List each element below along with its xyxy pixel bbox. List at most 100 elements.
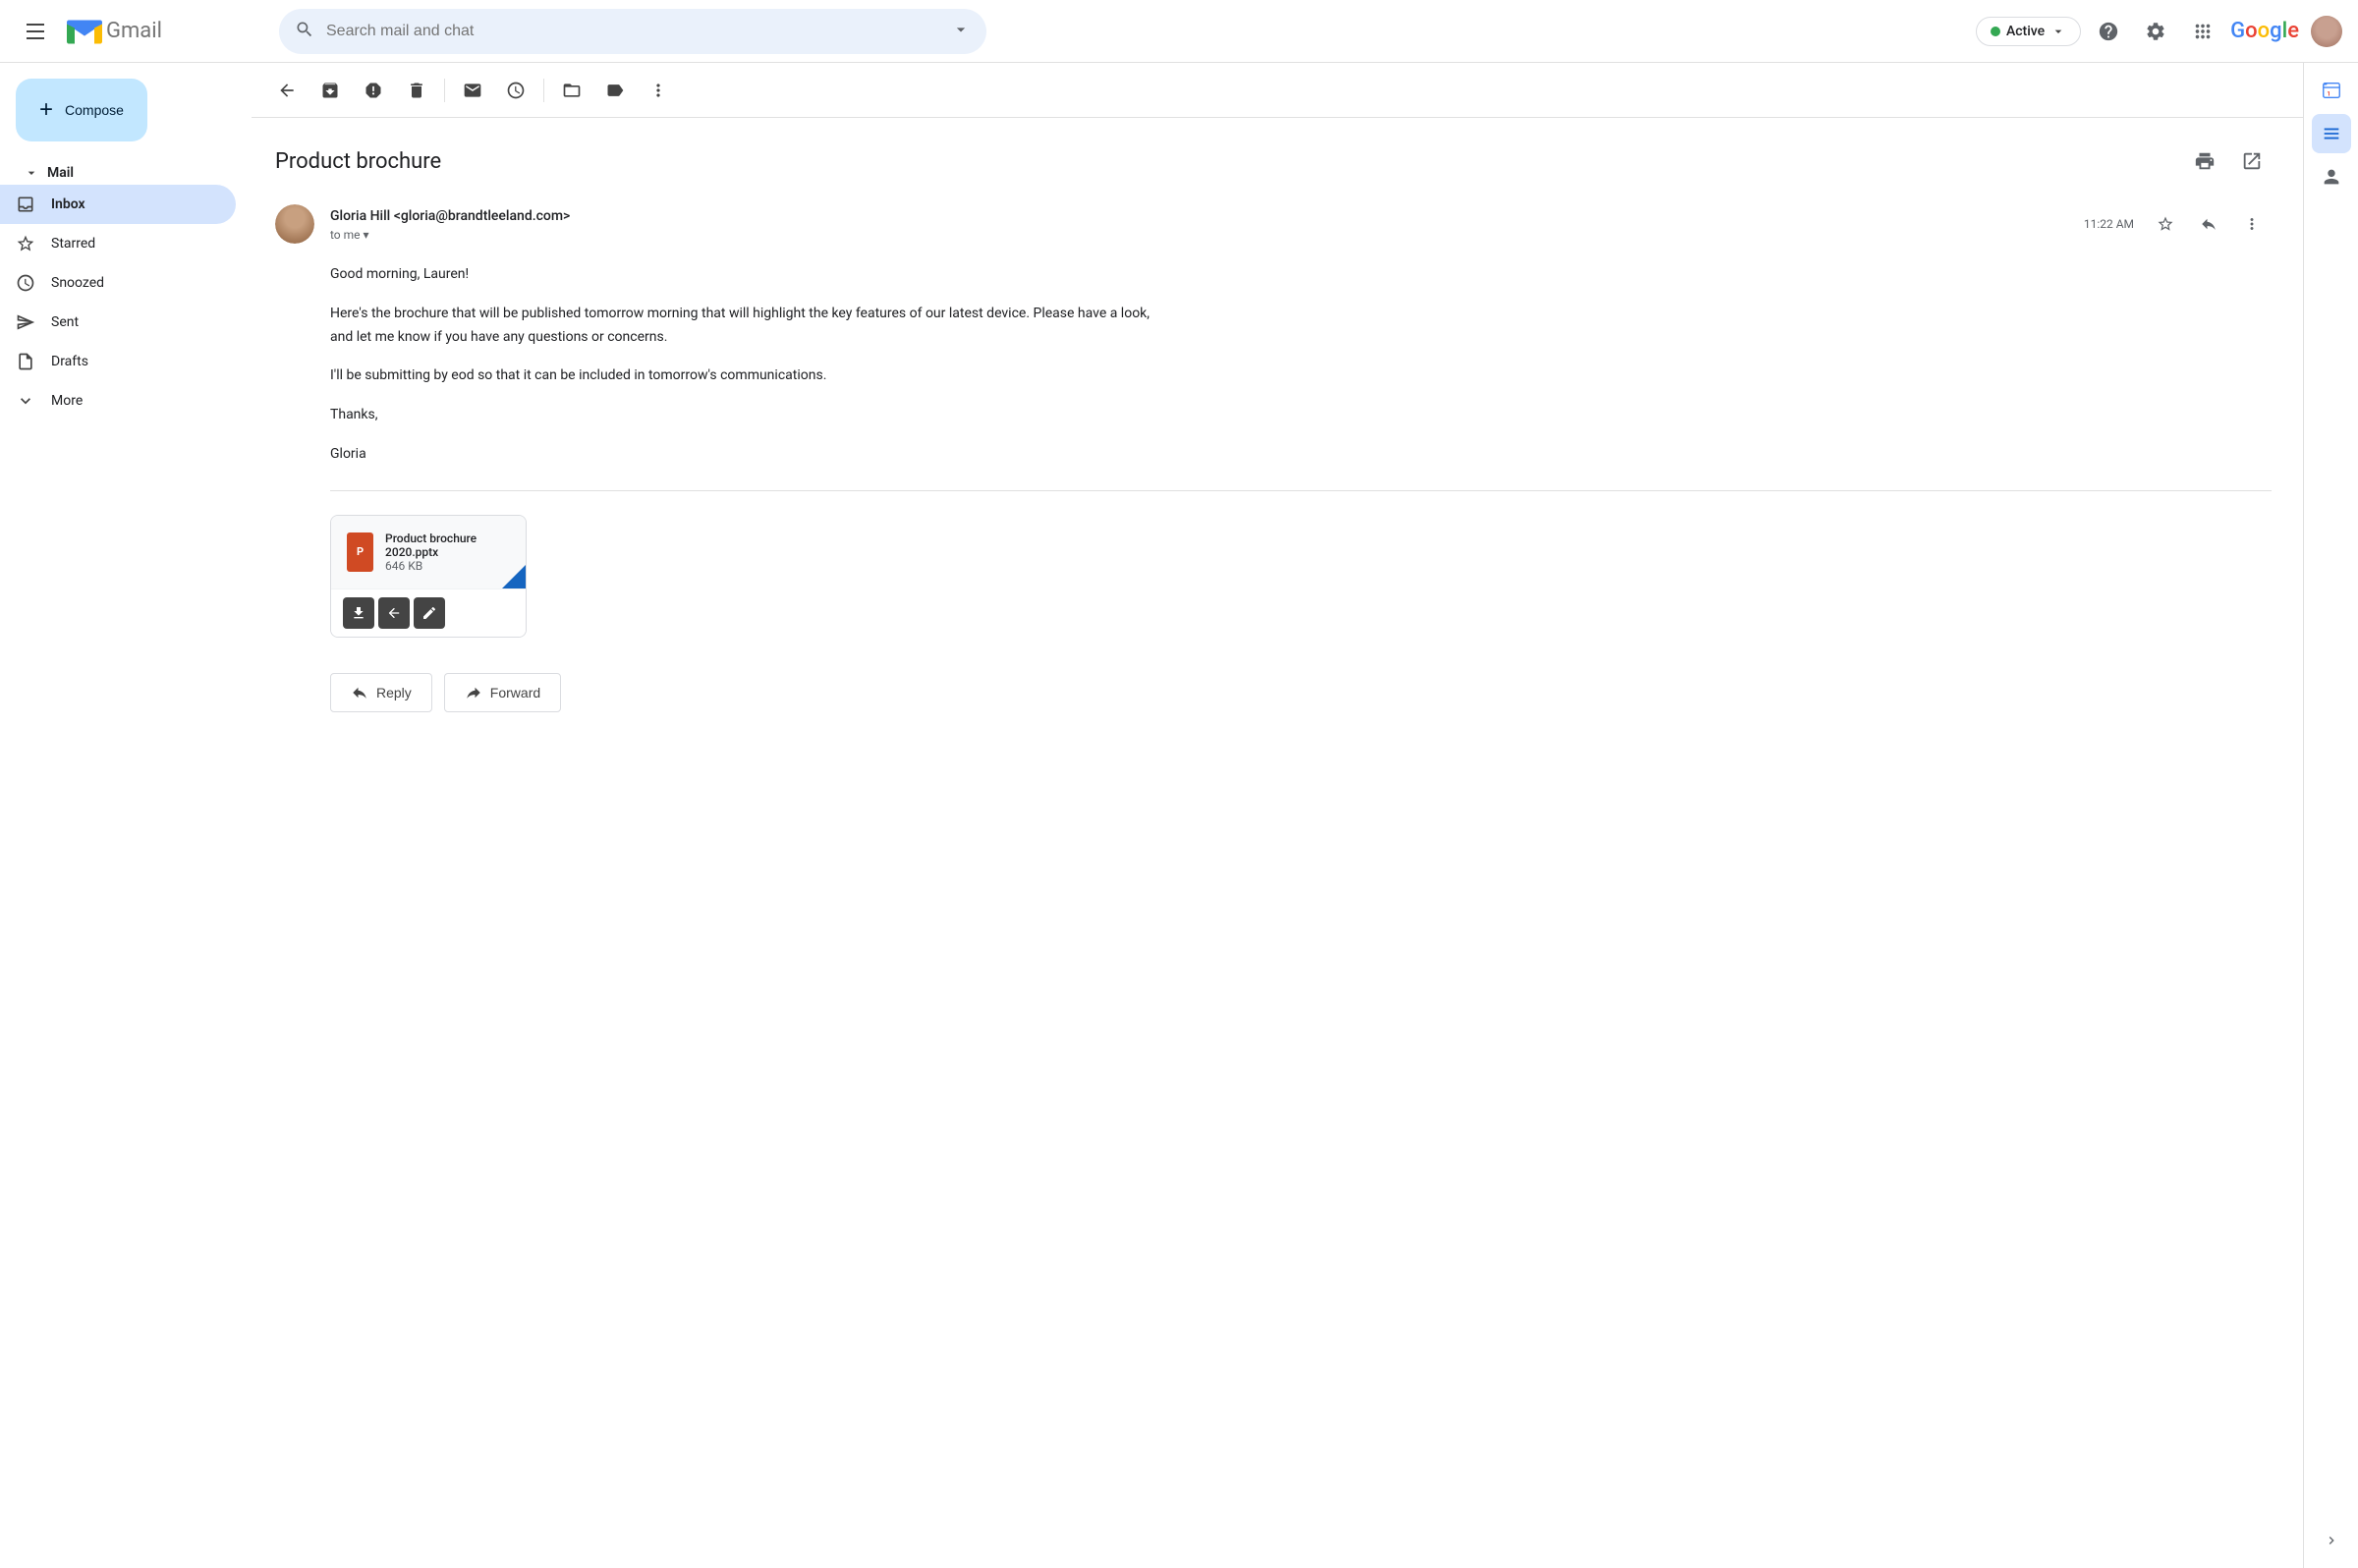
- compose-button[interactable]: + Compose: [16, 79, 147, 141]
- email-view: Product brochure: [252, 63, 2303, 1568]
- sidebar-item-more[interactable]: More: [0, 381, 236, 420]
- delete-button[interactable]: [397, 71, 436, 110]
- sidebar-item-label: More: [51, 393, 83, 409]
- more-toolbar-button[interactable]: [639, 71, 678, 110]
- email-body-para2: I'll be submitting by eod so that it can…: [330, 364, 1159, 388]
- archive-button[interactable]: [310, 71, 350, 110]
- search-bar: [279, 9, 986, 54]
- save-drive-button[interactable]: [378, 597, 410, 629]
- gmail-logo[interactable]: Gmail: [67, 18, 162, 45]
- attachment-corner-badge: [502, 565, 526, 588]
- open-new-window-button[interactable]: [2232, 141, 2272, 181]
- sidebar-item-sent[interactable]: Sent: [0, 303, 236, 342]
- sidebar-item-label: Inbox: [51, 196, 85, 212]
- email-body-greeting: Good morning, Lauren!: [330, 263, 1159, 287]
- email-content-area: Product brochure: [252, 118, 2303, 1568]
- sidebar-item-snoozed[interactable]: Snoozed: [0, 263, 236, 303]
- reply-forward-area: Reply Forward: [275, 673, 2272, 712]
- search-dropdown-icon[interactable]: [951, 20, 971, 43]
- email-timestamp: 11:22 AM: [2084, 217, 2134, 231]
- sidebar: + Compose Mail Inbox Starred Snooze: [0, 63, 252, 1568]
- download-attachment-button[interactable]: [343, 597, 374, 629]
- chevron-down-icon: [16, 391, 35, 411]
- toolbar-divider-2: [543, 79, 544, 102]
- pptx-icon: P: [347, 532, 373, 572]
- email-divider: [330, 490, 2272, 491]
- menu-button[interactable]: [16, 12, 55, 51]
- search-icon: [295, 20, 314, 43]
- email-body: Good morning, Lauren! Here's the brochur…: [275, 263, 1159, 467]
- mail-section[interactable]: Mail: [0, 157, 252, 185]
- main-layout: + Compose Mail Inbox Starred Snooze: [0, 63, 2358, 1568]
- apps-button[interactable]: [2183, 12, 2222, 51]
- spam-button[interactable]: [354, 71, 393, 110]
- attachment-area: P Product brochure 2020.pptx 646 KB: [275, 515, 2272, 642]
- sidebar-item-label: Sent: [51, 314, 79, 330]
- gmail-logo-text: Gmail: [106, 19, 162, 43]
- email-body-para1: Here's the brochure that will be publish…: [330, 303, 1159, 350]
- topbar-right: Active Google: [1976, 12, 2342, 51]
- email-time-row: 11:22 AM: [2084, 204, 2272, 244]
- compose-plus-icon: +: [39, 96, 53, 124]
- edit-attachment-button[interactable]: [414, 597, 445, 629]
- print-button[interactable]: [2185, 141, 2224, 181]
- right-panel: 1: [2303, 63, 2358, 1568]
- google-logo: Google: [2230, 19, 2299, 43]
- active-label: Active: [2006, 24, 2045, 39]
- sender-info: Gloria Hill <gloria@brandtleeland.com> t…: [330, 205, 570, 243]
- attachment-preview: P Product brochure 2020.pptx 646 KB: [331, 516, 526, 588]
- mark-unread-button[interactable]: [453, 71, 492, 110]
- attachment-actions: [331, 588, 526, 637]
- tasks-panel-button[interactable]: [2312, 114, 2351, 153]
- sidebar-item-drafts[interactable]: Drafts: [0, 342, 236, 381]
- email-subject-actions: [2185, 141, 2272, 181]
- email-actions: [2146, 204, 2272, 244]
- active-status-button[interactable]: Active: [1976, 17, 2081, 46]
- send-icon: [16, 312, 35, 332]
- label-button[interactable]: [595, 71, 635, 110]
- active-dot: [1991, 27, 2000, 36]
- expand-panel-button[interactable]: [2312, 1521, 2351, 1560]
- avatar[interactable]: [2311, 16, 2342, 47]
- compose-label: Compose: [65, 102, 124, 118]
- help-button[interactable]: [2089, 12, 2128, 51]
- email-subject: Product brochure: [275, 149, 441, 174]
- reply-button[interactable]: Reply: [330, 673, 432, 712]
- contacts-panel-button[interactable]: [2312, 157, 2351, 196]
- sender-name: Gloria Hill <gloria@brandtleeland.com>: [330, 208, 570, 224]
- more-email-button[interactable]: [2232, 204, 2272, 244]
- svg-text:1: 1: [2327, 90, 2330, 98]
- toolbar-divider-1: [444, 79, 445, 102]
- topbar: Gmail Active Google: [0, 0, 2358, 63]
- star-icon: [16, 234, 35, 253]
- toolbar: [252, 63, 2303, 118]
- search-input[interactable]: [326, 23, 943, 40]
- email-header: Gloria Hill <gloria@brandtleeland.com> t…: [275, 204, 2272, 244]
- to-me-label[interactable]: to me ▾: [330, 228, 369, 242]
- email-subject-row: Product brochure: [275, 141, 2272, 181]
- sidebar-item-label: Snoozed: [51, 275, 104, 291]
- attachment-info: Product brochure 2020.pptx 646 KB: [385, 532, 510, 573]
- topbar-left: Gmail: [16, 12, 271, 51]
- sidebar-item-inbox[interactable]: Inbox: [0, 185, 236, 224]
- calendar-panel-button[interactable]: 1: [2312, 71, 2351, 110]
- star-button[interactable]: [2146, 204, 2185, 244]
- email-meta: Gloria Hill <gloria@brandtleeland.com> t…: [330, 204, 2272, 244]
- sidebar-item-label: Starred: [51, 236, 95, 252]
- clock-icon: [16, 273, 35, 293]
- snooze-button[interactable]: [496, 71, 535, 110]
- sidebar-item-starred[interactable]: Starred: [0, 224, 236, 263]
- email-body-sign1: Thanks,: [330, 404, 1159, 427]
- settings-button[interactable]: [2136, 12, 2175, 51]
- move-button[interactable]: [552, 71, 591, 110]
- attachment-name: Product brochure 2020.pptx: [385, 532, 510, 559]
- attachment-size: 646 KB: [385, 559, 510, 573]
- reply-quick-button[interactable]: [2189, 204, 2228, 244]
- attachment-card: P Product brochure 2020.pptx 646 KB: [330, 515, 527, 638]
- sender-avatar: [275, 204, 314, 244]
- email-body-sign2: Gloria: [330, 443, 1159, 467]
- draft-icon: [16, 352, 35, 371]
- back-button[interactable]: [267, 71, 307, 110]
- inbox-icon: [16, 195, 35, 214]
- forward-button[interactable]: Forward: [444, 673, 561, 712]
